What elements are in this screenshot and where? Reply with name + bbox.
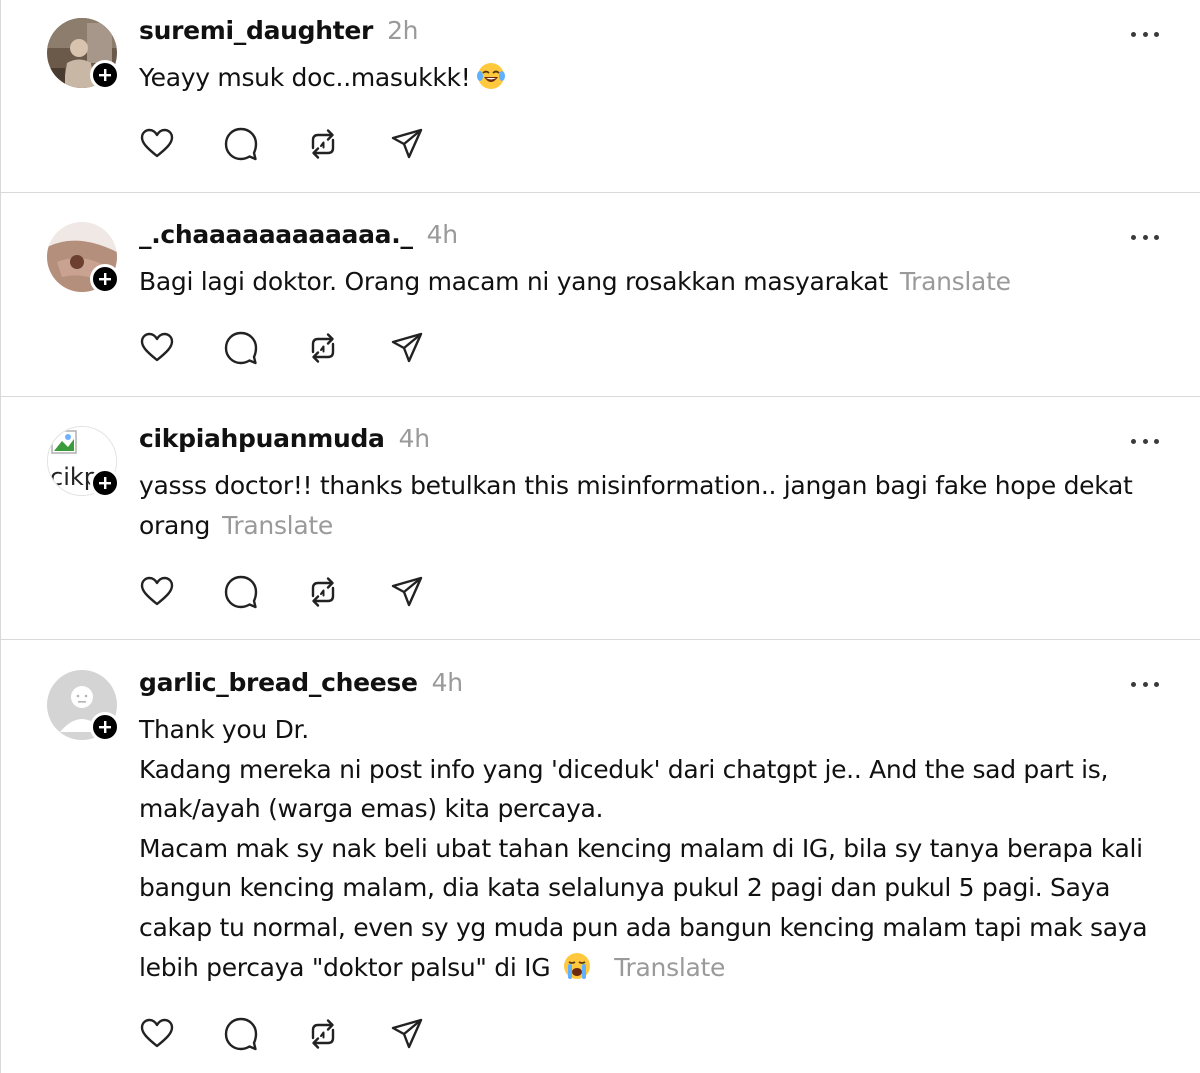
action-bar xyxy=(139,330,439,366)
post-text-line: yasss doctor!! thanks betulkan this misi… xyxy=(139,471,1133,500)
share-button[interactable] xyxy=(389,126,425,162)
share-button[interactable] xyxy=(389,1016,425,1052)
more-options-icon[interactable] xyxy=(1131,679,1159,689)
follow-plus-icon xyxy=(99,69,111,81)
repost-icon xyxy=(311,129,335,159)
translate-link[interactable]: Translate xyxy=(222,511,333,540)
avatar-container[interactable] xyxy=(47,670,120,742)
comment-button[interactable] xyxy=(223,574,259,610)
share-button[interactable] xyxy=(389,330,425,366)
follow-plus-icon xyxy=(99,273,111,285)
more-options-icon[interactable] xyxy=(1131,232,1159,242)
post-text-line: mak/ayah (warga emas) kita percaya. xyxy=(139,794,604,824)
heart-icon xyxy=(140,1018,174,1048)
repost-button[interactable] xyxy=(305,126,341,162)
thread-feed: suremi_daughter 2h Yeayy msuk doc..masukk… xyxy=(0,0,1200,1073)
post-body: yasss doctor!! thanks betulkan this misi… xyxy=(139,466,1179,545)
repost-button[interactable] xyxy=(305,330,341,366)
share-button[interactable] xyxy=(389,574,425,610)
comment-icon xyxy=(224,127,258,161)
laughing-tears-emoji-icon xyxy=(477,63,506,89)
post-body: Bagi lagi doktor. Orang macam ni yang ro… xyxy=(139,262,1179,302)
share-icon xyxy=(391,576,423,607)
timestamp[interactable]: 4h xyxy=(432,668,463,697)
like-button[interactable] xyxy=(139,126,175,162)
follow-plus-icon xyxy=(99,477,111,489)
translate-link[interactable]: Translate xyxy=(614,953,725,982)
post-body: Yeayy msuk doc..masukkk! xyxy=(139,58,1179,98)
repost-button[interactable] xyxy=(305,574,341,610)
reply-post: cikp cikpiahpuanmuda 4h yasss doctor!! th… xyxy=(1,397,1200,639)
post-header: garlic_bread_cheese 4h xyxy=(139,668,463,697)
translate-link[interactable]: Translate xyxy=(900,267,1011,296)
post-text-line: bangun kencing malam, dia kata selalunya… xyxy=(139,873,1111,903)
action-bar xyxy=(139,126,439,162)
comment-icon xyxy=(224,331,258,365)
username-link[interactable]: garlic_bread_cheese xyxy=(139,668,418,697)
repost-button[interactable] xyxy=(305,1016,341,1052)
post-text-line: lebih percaya "doktor palsu" di IG xyxy=(139,952,551,982)
timestamp[interactable]: 2h xyxy=(387,16,418,45)
loudly-crying-emoji-icon xyxy=(564,952,591,979)
like-button[interactable] xyxy=(139,330,175,366)
follow-button[interactable] xyxy=(90,468,120,498)
post-header: _.chaaaaaaaaaaaa._ 4h xyxy=(139,220,458,249)
comment-button[interactable] xyxy=(223,126,259,162)
follow-button[interactable] xyxy=(90,60,120,90)
follow-button[interactable] xyxy=(90,264,120,294)
comment-icon xyxy=(224,1017,258,1051)
heart-icon xyxy=(140,332,174,362)
heart-icon xyxy=(140,128,174,158)
username-link[interactable]: _.chaaaaaaaaaaaa._ xyxy=(139,220,413,249)
avatar-container[interactable] xyxy=(47,18,120,90)
repost-icon xyxy=(311,1019,335,1049)
repost-icon xyxy=(311,333,335,363)
share-icon xyxy=(391,128,423,159)
avatar-container[interactable]: cikp xyxy=(47,426,120,498)
more-options-icon[interactable] xyxy=(1131,29,1159,39)
follow-button[interactable] xyxy=(90,712,120,742)
comment-icon xyxy=(224,575,258,609)
post-text-line: Macam mak sy nak beli ubat tahan kencing… xyxy=(139,833,1143,863)
like-button[interactable] xyxy=(139,1016,175,1052)
action-bar xyxy=(139,574,439,610)
reply-post: suremi_daughter 2h Yeayy msuk doc..masukk… xyxy=(1,0,1200,192)
username-link[interactable]: suremi_daughter xyxy=(139,16,373,45)
more-options-icon[interactable] xyxy=(1131,436,1159,446)
username-link[interactable]: cikpiahpuanmuda xyxy=(139,424,385,453)
action-bar xyxy=(139,1016,439,1052)
like-button[interactable] xyxy=(139,574,175,610)
post-text-line: Kadang mereka ni post info yang 'diceduk… xyxy=(139,754,1109,784)
post-header: cikpiahpuanmuda 4h xyxy=(139,424,430,453)
post-text: Yeayy msuk doc..masukkk! xyxy=(139,63,471,92)
post-text-line: orang xyxy=(139,510,211,540)
heart-icon xyxy=(140,576,174,606)
timestamp[interactable]: 4h xyxy=(427,220,458,249)
share-icon xyxy=(391,332,423,363)
post-text: Bagi lagi doktor. Orang macam ni yang ro… xyxy=(139,267,888,296)
share-icon xyxy=(391,1018,423,1049)
avatar-container[interactable] xyxy=(47,222,120,294)
follow-plus-icon xyxy=(99,721,111,733)
repost-icon xyxy=(311,577,335,607)
post-header: suremi_daughter 2h xyxy=(139,16,419,45)
post-body: Thank you Dr. Kadang mereka ni post info… xyxy=(139,710,1179,987)
reply-post: garlic_bread_cheese 4h Thank you Dr. Kada… xyxy=(1,640,1200,1073)
post-text-line: Thank you Dr. xyxy=(139,715,309,744)
timestamp[interactable]: 4h xyxy=(399,424,430,453)
comment-button[interactable] xyxy=(223,330,259,366)
post-text-line: cakap tu normal, even sy yg muda pun ada… xyxy=(139,912,1148,942)
reply-post: _.chaaaaaaaaaaaa._ 4h Bagi lagi doktor. O… xyxy=(1,193,1200,396)
comment-button[interactable] xyxy=(223,1016,259,1052)
